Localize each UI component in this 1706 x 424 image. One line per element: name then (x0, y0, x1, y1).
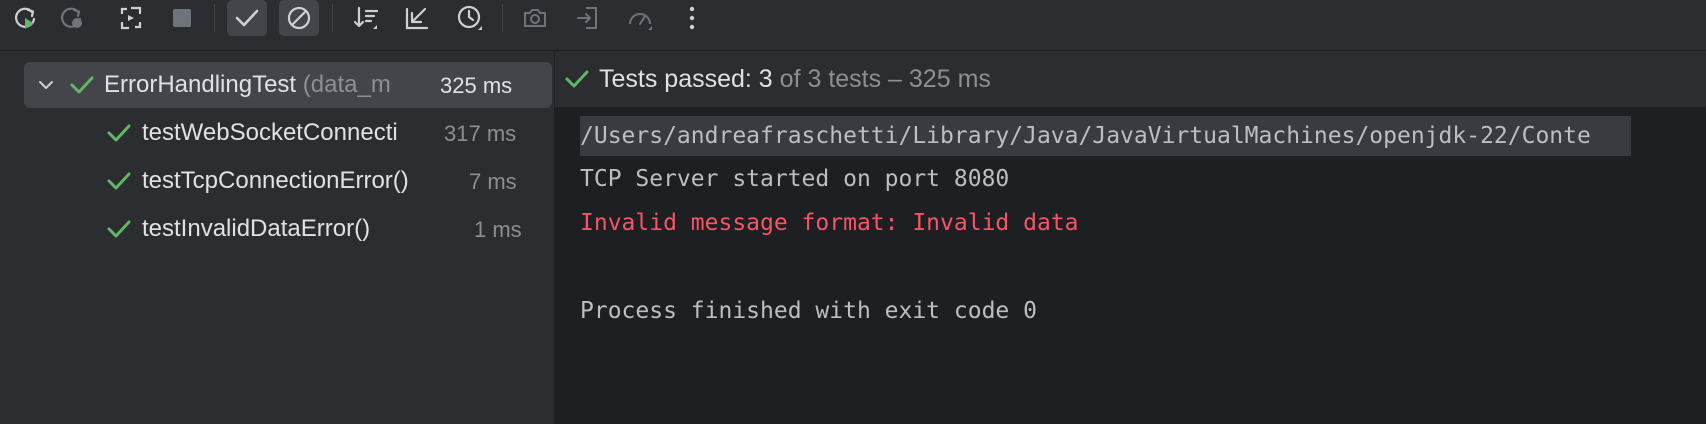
chevron-down-icon[interactable] (34, 73, 58, 97)
tests-passed-label: Tests passed: 3 (599, 65, 773, 93)
test-class-package: (data_m (302, 71, 391, 98)
test-history-icon (457, 5, 482, 30)
import-tests-button[interactable] (568, 0, 608, 36)
toggle-auto-test-button[interactable] (111, 0, 151, 36)
test-class-name: ErrorHandlingTest (data_m (104, 71, 426, 99)
test-method-name: testWebSocketConnecti (142, 119, 398, 146)
console-panel: Tests passed: 3 of 3 tests – 325 ms /Use… (555, 51, 1706, 424)
show-passed-icon (235, 9, 259, 27)
toggle-auto-test-icon (120, 6, 142, 30)
collapse-all-icon (405, 7, 429, 30)
test-duration: 7 ms (469, 169, 517, 194)
test-passed-icon (107, 124, 131, 142)
test-status-bar: Tests passed: 3 of 3 tests – 325 ms (555, 51, 1706, 107)
tree-node-root[interactable]: ErrorHandlingTest (data_m 325 ms (24, 62, 552, 108)
test-passed-icon (107, 172, 131, 190)
import-tests-icon (577, 7, 597, 29)
test-duration: 325 ms (440, 73, 513, 98)
tests-status-text: Tests passed: 3 of 3 tests – 325 ms (599, 65, 991, 94)
test-duration: 1 ms (474, 217, 522, 242)
test-tree: ErrorHandlingTest (data_m 325 ms testWeb… (0, 51, 554, 424)
rerun-icon (14, 7, 36, 29)
rerun-failed-button[interactable] (52, 0, 92, 36)
profiler-icon (629, 13, 652, 30)
screenshot-button[interactable] (515, 0, 555, 36)
more-icon (689, 6, 695, 30)
screenshot-icon (524, 9, 546, 27)
show-ignored-toggle[interactable] (279, 0, 319, 36)
profiler-button[interactable] (620, 0, 660, 36)
more-options-button[interactable] (672, 0, 712, 36)
test-history-button[interactable] (450, 0, 490, 36)
tree-node-test[interactable]: testWebSocketConnecti 317 ms (0, 110, 554, 156)
test-method-name: testInvalidDataError() (142, 215, 371, 242)
tests-total-label: of 3 tests – 325 ms (779, 65, 991, 93)
test-passed-icon (107, 220, 131, 238)
stop-icon (173, 9, 191, 27)
test-duration: 317 ms (444, 121, 517, 146)
console-error-line: Invalid message format: Invalid data (580, 210, 1079, 236)
show-passed-toggle[interactable] (227, 0, 267, 36)
sort-button[interactable] (346, 0, 386, 36)
toolbar-separator (502, 4, 503, 32)
test-runner-window: ErrorHandlingTest (data_m 325 ms testWeb… (0, 0, 1706, 424)
test-passed-icon (70, 76, 94, 94)
rerun-failed-icon (60, 7, 82, 28)
toolbar-separator (332, 4, 333, 32)
stop-button[interactable] (162, 0, 202, 36)
show-ignored-icon (287, 6, 311, 30)
console-command-line[interactable]: /Users/andreafraschetti/Library/Java/Jav… (580, 116, 1631, 156)
console-output-line: TCP Server started on port 8080 (580, 166, 1010, 192)
test-class-label: ErrorHandlingTest (104, 71, 297, 98)
collapse-all-button[interactable] (397, 0, 437, 36)
toolbar-separator (214, 4, 215, 32)
tree-node-test[interactable]: testTcpConnectionError() 7 ms (0, 158, 554, 204)
test-toolbar (0, 0, 1706, 38)
sort-icon (353, 6, 379, 29)
rerun-button[interactable] (6, 0, 46, 36)
test-method-name: testTcpConnectionError() (142, 167, 409, 194)
tests-passed-icon (565, 70, 589, 88)
tree-node-test[interactable]: testInvalidDataError() 1 ms (0, 206, 554, 252)
console-exit-line: Process finished with exit code 0 (580, 298, 1037, 324)
